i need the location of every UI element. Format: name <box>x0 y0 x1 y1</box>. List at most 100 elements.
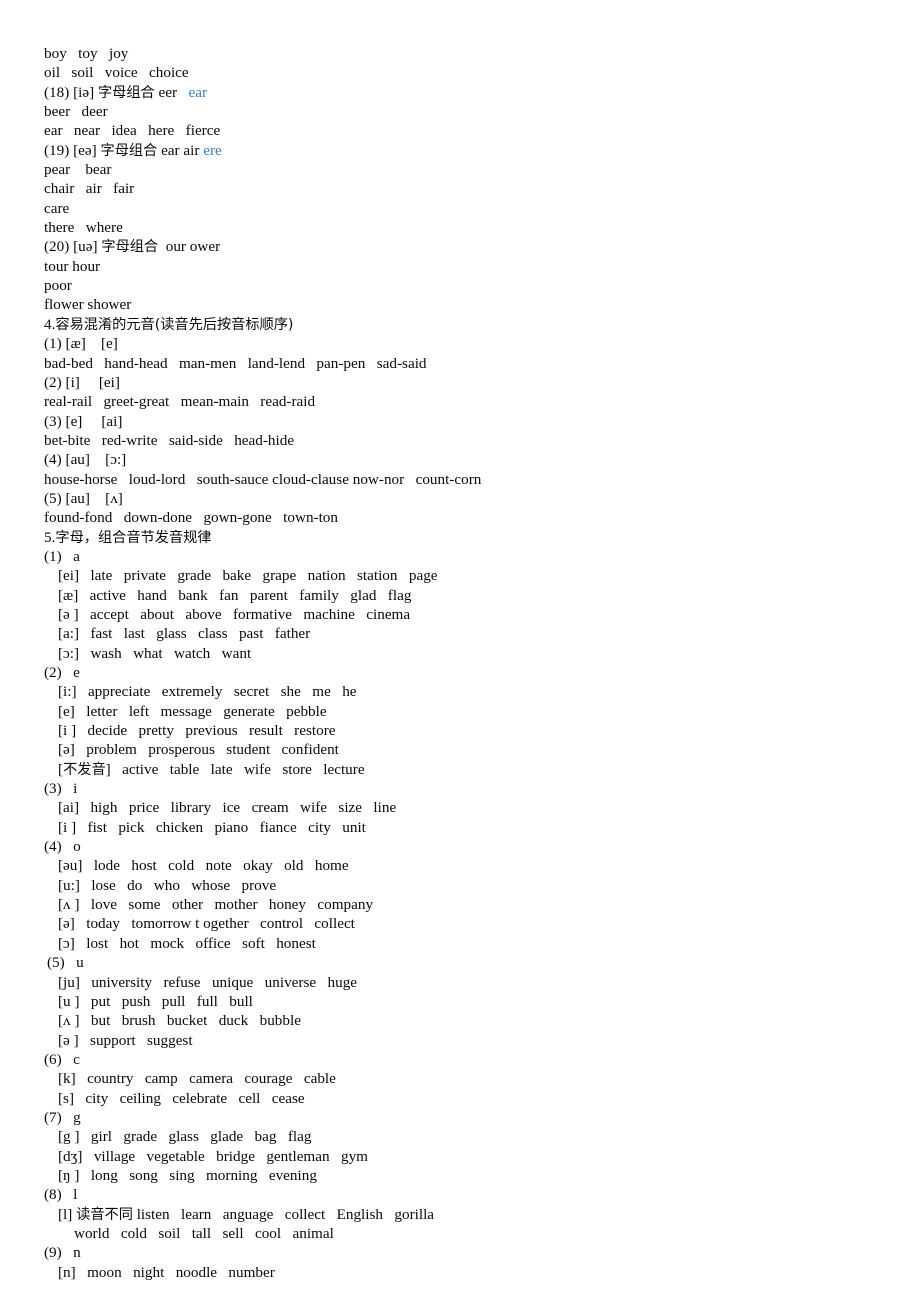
text-run: [k] country camp camera courage cable <box>58 1070 336 1088</box>
text-run: world cold soil tall sell cool animal <box>74 1224 334 1242</box>
chinese-text: 读音不同 <box>76 1206 133 1223</box>
text-run: (1) [æ] [e] <box>44 335 118 353</box>
text-run: (4) [au] [ɔ:] <box>44 451 127 469</box>
text-line: (1) [æ] [e] <box>44 334 920 353</box>
text-run: bet-bite red-write said-side head-hide <box>44 431 295 449</box>
text-run: ear air <box>157 141 204 159</box>
text-line: (5) [au] [ʌ] <box>44 489 920 508</box>
text-line: [ei] late private grade bake grape natio… <box>44 566 920 585</box>
text-line: (3) [e] [ai] <box>44 412 920 431</box>
text-run: [u:] lose do who whose prove <box>58 876 277 894</box>
text-run: [ʌ ] love some other mother honey compan… <box>58 896 374 914</box>
text-run: (20) [uə] <box>44 238 102 256</box>
text-run: (8) l <box>44 1186 78 1204</box>
text-run: (7) g <box>44 1108 81 1126</box>
text-line: bad-bed hand-head man-men land-lend pan-… <box>44 354 920 373</box>
text-line: beer deer <box>44 102 920 121</box>
text-line: chair air fair <box>44 179 920 198</box>
text-line: flower shower <box>44 295 920 314</box>
text-run: 4. <box>44 315 56 333</box>
text-run: beer deer <box>44 103 108 121</box>
text-run: care <box>44 199 70 217</box>
text-line: pear bear <box>44 160 920 179</box>
text-run: chair air fair <box>44 180 135 198</box>
document-page: boy toy joy oil soil voice choice (18) [iə… <box>0 0 920 1302</box>
text-line: [ə ] accept about above formative machin… <box>44 605 920 624</box>
chinese-text: 不发音 <box>63 761 106 778</box>
text-run: [ɔ] lost hot mock office soft honest <box>58 934 316 952</box>
text-run: found-fond down-done gown-gone town-ton <box>44 509 338 527</box>
text-run: [ə ] support suggest <box>58 1031 193 1049</box>
text-run: [i ] fist pick chicken piano fiance city… <box>58 818 366 836</box>
text-line: (20) [uə] 字母组合 our ower <box>44 237 920 256</box>
document-body: boy toy joy oil soil voice choice (18) [iə… <box>44 44 920 1282</box>
text-run: house-horse loud-lord south-sauce cloud-… <box>44 470 482 488</box>
text-line: [ə ] support suggest <box>44 1031 920 1050</box>
highlighted-text[interactable]: ere <box>203 142 222 159</box>
text-run: [i:] appreciate extremely secret she me … <box>58 683 357 701</box>
text-line: [a:] fast last glass class past father <box>44 624 920 643</box>
text-line: ear near idea here fierce <box>44 121 920 140</box>
chinese-text: 字母组合 <box>100 142 158 159</box>
text-line: (2) [i] [ei] <box>44 373 920 392</box>
text-line: [æ] active hand bank fan parent family g… <box>44 586 920 605</box>
text-run: [ə] today tomorrow t ogether control col… <box>58 915 355 933</box>
text-line: [ŋ ] long song sing morning evening <box>44 1166 920 1185</box>
text-line: [g ] girl grade glass glade bag flag <box>44 1127 920 1146</box>
text-run: boy toy joy <box>44 45 129 62</box>
text-run: [n] moon night noodle number <box>58 1263 275 1281</box>
text-run: (3) [e] [ai] <box>44 412 123 430</box>
text-line: (18) [iə] 字母组合 eer ear <box>44 83 920 102</box>
text-line: [ju] university refuse unique universe h… <box>44 973 920 992</box>
text-run: [ɔ:] wash what watch want <box>58 644 252 662</box>
text-run: poor <box>44 277 72 295</box>
text-line: [ɔ:] wash what watch want <box>44 644 920 663</box>
text-run: (18) [iə] <box>44 83 98 101</box>
text-line: (2) e <box>44 663 920 682</box>
text-line: (9) n <box>44 1243 920 1262</box>
text-line: boy toy joy <box>44 44 920 63</box>
text-line: (6) c <box>44 1050 920 1069</box>
text-line: (8) l <box>44 1185 920 1204</box>
text-run: (6) c <box>44 1050 80 1068</box>
text-run: bad-bed hand-head man-men land-lend pan-… <box>44 354 427 372</box>
text-line: 5.字母，组合音节发音规律 <box>44 528 920 547</box>
text-line: poor <box>44 276 920 295</box>
text-line: [ə] today tomorrow t ogether control col… <box>44 914 920 933</box>
text-line: [u ] put push pull full bull <box>44 992 920 1011</box>
text-run: eer <box>154 83 189 101</box>
text-line: [l] 读音不同 listen learn anguage collect En… <box>44 1205 920 1224</box>
text-line: (1) a <box>44 547 920 566</box>
text-run: tour hour <box>44 257 101 275</box>
text-run: [u ] put push pull full bull <box>58 992 253 1010</box>
text-line: [ə] problem prosperous student confident <box>44 740 920 759</box>
chinese-text: 字母组合 <box>101 239 159 256</box>
text-run: [a:] fast last glass class past father <box>58 625 311 643</box>
text-run: oil soil voice choice <box>44 64 189 82</box>
text-line: [ai] high price library ice cream wife s… <box>44 798 920 817</box>
text-run: [æ] active hand bank fan parent family g… <box>58 586 412 604</box>
text-line: [i ] fist pick chicken piano fiance city… <box>44 818 920 837</box>
text-run: (5) [au] [ʌ] <box>44 489 123 507</box>
highlighted-text[interactable]: ear <box>188 84 207 101</box>
chinese-text: 字母组合 <box>97 84 155 101</box>
text-run: (19) [eə] <box>44 141 101 159</box>
text-run: ear near idea here fierce <box>44 122 221 140</box>
chinese-text: 容易混淆的元音(读音先后按音标顺序) <box>55 316 294 333</box>
text-line: [əu] lode host cold note okay old home <box>44 856 920 875</box>
text-run: [ei] late private grade bake grape natio… <box>58 567 438 585</box>
text-run: (4) o <box>44 838 81 856</box>
text-line: [ɔ] lost hot mock office soft honest <box>44 934 920 953</box>
text-line: (7) g <box>44 1108 920 1127</box>
text-run: there where <box>44 219 123 237</box>
text-run: listen learn anguage collect English gor… <box>132 1205 435 1223</box>
text-run: [e] letter left message generate pebble <box>58 702 327 720</box>
text-line: oil soil voice choice <box>44 63 920 82</box>
text-run: [i ] decide pretty previous result resto… <box>58 722 336 740</box>
text-line: bet-bite red-write said-side head-hide <box>44 431 920 450</box>
text-run: (2) [i] [ei] <box>44 373 120 391</box>
text-run: [ai] high price library ice cream wife s… <box>58 799 397 817</box>
text-run: our ower <box>158 238 221 256</box>
text-line: [e] letter left message generate pebble <box>44 702 920 721</box>
text-run: [ŋ ] long song sing morning evening <box>58 1166 317 1184</box>
